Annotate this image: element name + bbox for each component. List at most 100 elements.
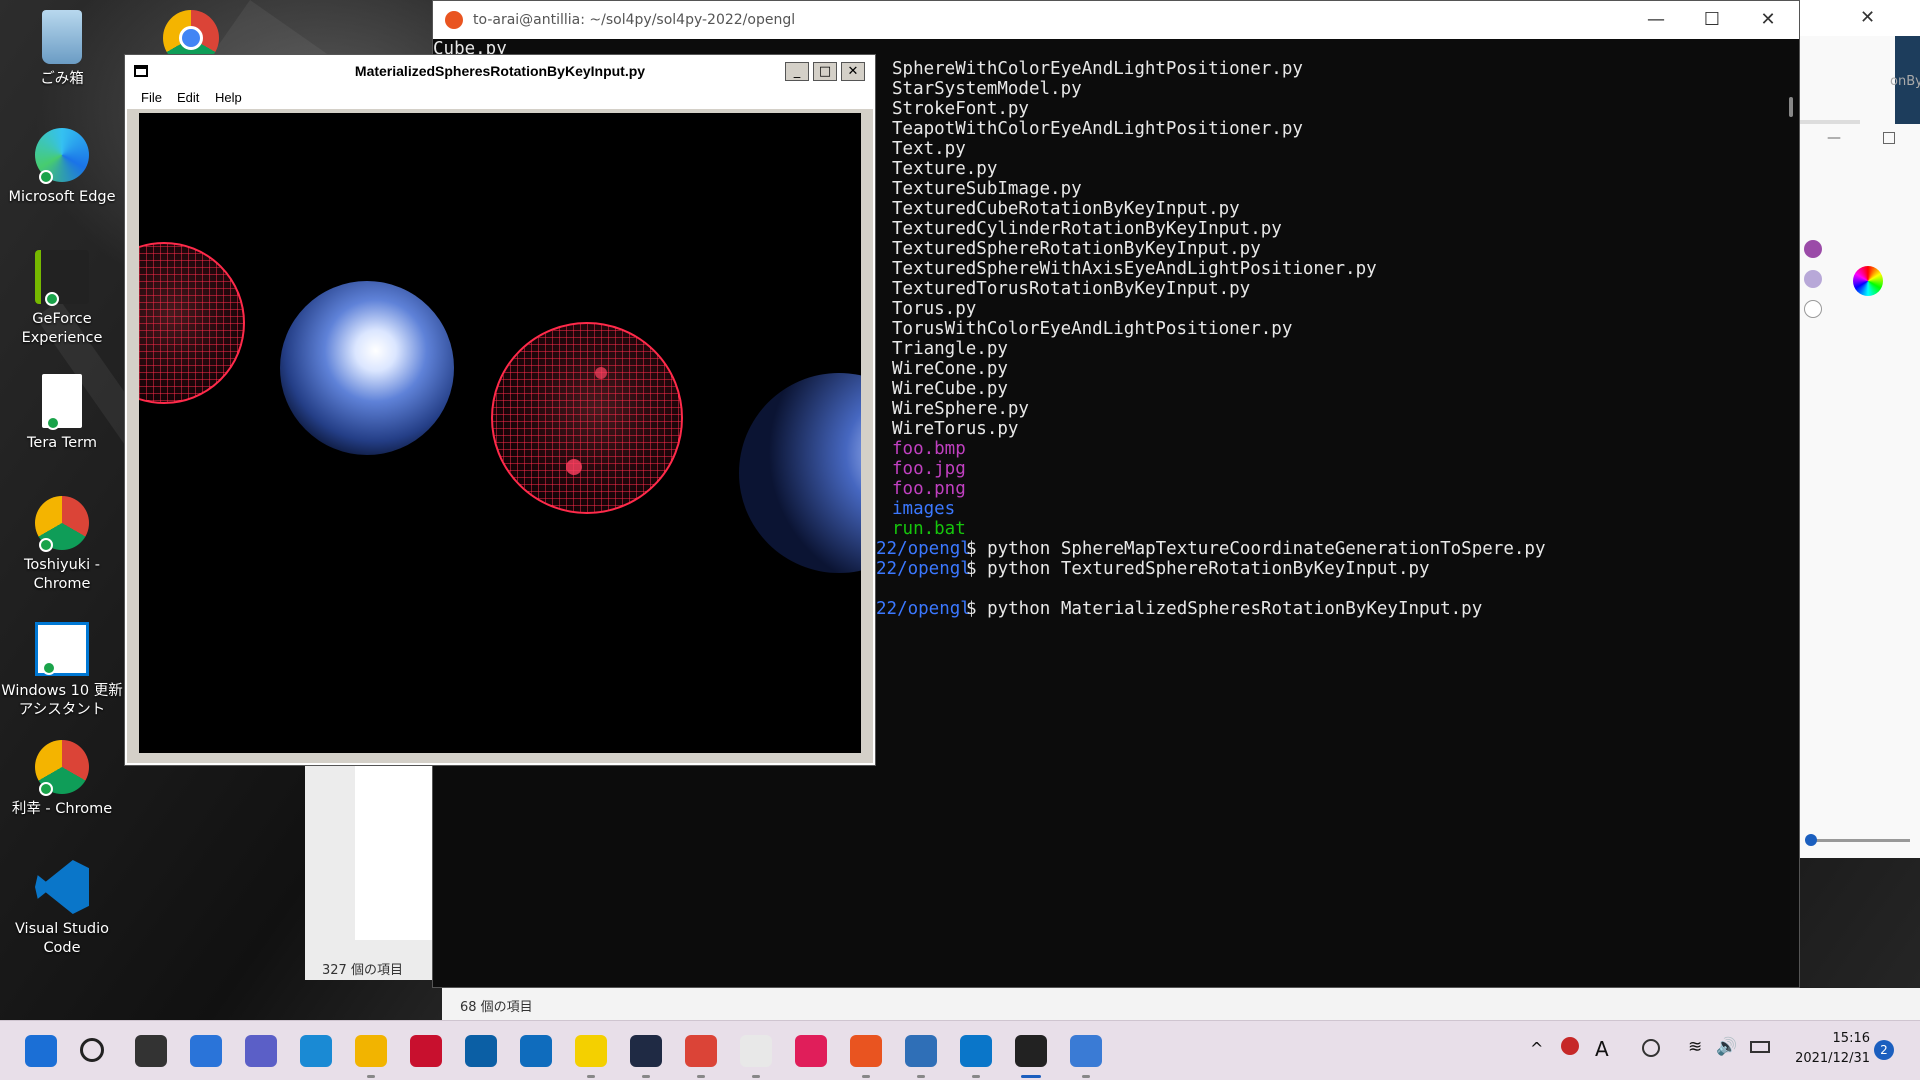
task-view-icon[interactable]: [135, 1035, 167, 1067]
desktop-icon-label: Microsoft Edge: [8, 189, 116, 205]
running-indicator: [862, 1075, 870, 1078]
ubuntu-icon[interactable]: [850, 1035, 882, 1067]
terminal-command: $ python MaterializedSpheresRotationByKe…: [966, 599, 1483, 619]
terminal-icon[interactable]: [630, 1035, 662, 1067]
chrome-icon: [35, 496, 89, 552]
notepad2-icon[interactable]: [905, 1035, 937, 1067]
geforce-icon: [35, 250, 89, 306]
sticky-notes-icon[interactable]: [575, 1035, 607, 1067]
tray-network-block-icon[interactable]: [1561, 1037, 1579, 1055]
ubuntu-icon: [445, 11, 463, 29]
opengl-window[interactable]: MaterializedSpheresRotationByKeyInput.py…: [124, 54, 876, 766]
opengl-titlebar[interactable]: MaterializedSpheresRotationByKeyInput.py…: [127, 57, 873, 85]
maximize-icon[interactable]: [1883, 132, 1895, 144]
chat-icon[interactable]: [245, 1035, 277, 1067]
terminal-title: to-arai@antillia: ~/sol4py/sol4py-2022/o…: [473, 12, 796, 28]
opengl-canvas[interactable]: [139, 113, 861, 753]
edge-icon: [35, 128, 89, 184]
volume-icon[interactable]: 🔊: [1716, 1037, 1737, 1057]
running-indicator: [752, 1075, 760, 1078]
terminal-line: foo.png: [892, 479, 966, 499]
menu-edit[interactable]: Edit: [177, 90, 199, 105]
close-button[interactable]: ✕: [1745, 7, 1791, 33]
desktop-icon-1[interactable]: Microsoft Edge: [0, 128, 124, 207]
running-indicator: [1021, 1075, 1041, 1078]
desktop-icon-label: Toshiyuki - Chrome: [23, 557, 101, 592]
battery-icon[interactable]: [1750, 1041, 1770, 1053]
explorer-sidebar: [355, 760, 435, 940]
maximize-button[interactable]: □: [813, 62, 837, 81]
search-icon[interactable]: [80, 1038, 104, 1062]
document-icon: [42, 374, 82, 430]
slack-icon[interactable]: [795, 1035, 827, 1067]
prompt-path: 22/opengl: [876, 599, 971, 619]
file-explorer-icon[interactable]: [355, 1035, 387, 1067]
color-swatch-white[interactable]: [1804, 300, 1822, 318]
running-indicator: [642, 1075, 650, 1078]
desktop-icon-2[interactable]: GeForce Experience: [0, 250, 124, 348]
desktop-icon-6[interactable]: 利幸 - Chrome: [0, 740, 124, 819]
close-button[interactable]: ✕: [841, 62, 865, 81]
clock-date[interactable]: 2021/12/31: [1780, 1051, 1870, 1066]
sync-check-icon: [45, 292, 59, 306]
color-swatch-lavender[interactable]: [1804, 270, 1822, 288]
desktop-icon-5[interactable]: Windows 10 更新 アシスタント: [0, 622, 124, 720]
prompt-path: 22/opengl: [876, 559, 971, 579]
tray-chevron-icon[interactable]: ^: [1530, 1039, 1543, 1058]
desktop-icon-7[interactable]: Visual Studio Code: [0, 860, 124, 958]
terminal-line: TeapotWithColorEyeAndLightPositioner.py: [892, 119, 1303, 139]
minimize-icon[interactable]: —: [1827, 130, 1841, 146]
terminal-line: foo.jpg: [892, 459, 966, 479]
terminal-titlebar[interactable]: to-arai@antillia: ~/sol4py/sol4py-2022/o…: [433, 1, 1799, 39]
sync-check-icon: [39, 902, 53, 914]
ime-indicator[interactable]: A: [1595, 1037, 1609, 1061]
mcafee-icon[interactable]: [410, 1035, 442, 1067]
chrome-icon: [35, 740, 89, 796]
linux-icon[interactable]: [1015, 1035, 1047, 1067]
wire-sphere-left: [139, 242, 245, 404]
desktop-icon-label: ごみ箱: [40, 71, 84, 87]
terminal-line: images: [892, 499, 956, 519]
opengl-title: MaterializedSpheresRotationByKeyInput.py: [354, 63, 646, 79]
maximize-button[interactable]: ☐: [1689, 7, 1735, 33]
explorer-status-back: 327 個の項目: [322, 963, 403, 978]
desktop-icon-4[interactable]: Toshiyuki - Chrome: [0, 496, 124, 594]
wifi-icon[interactable]: ≋: [1688, 1037, 1702, 1057]
menu-help[interactable]: Help: [215, 90, 242, 105]
desktop-icon-3[interactable]: Tera Term: [0, 374, 124, 453]
terminal-scrollbar[interactable]: [1789, 97, 1793, 117]
desktop-icon-label: Windows 10 更新 アシスタント: [1, 683, 123, 718]
notepad-icon[interactable]: [740, 1035, 772, 1067]
edge-icon[interactable]: [300, 1035, 332, 1067]
terminal-line: TorusWithColorEyeAndLightPositioner.py: [892, 319, 1293, 339]
slider-thumb[interactable]: [1805, 834, 1817, 846]
menu-file[interactable]: File: [141, 90, 162, 105]
python-icon[interactable]: [1070, 1035, 1102, 1067]
terminal-command: $ python TexturedSphereRotationByKeyInpu…: [966, 559, 1430, 579]
running-indicator: [367, 1075, 375, 1078]
notification-badge[interactable]: 2: [1874, 1040, 1894, 1060]
clock-time[interactable]: 15:16: [1820, 1031, 1870, 1046]
close-icon[interactable]: ✕: [1860, 7, 1875, 28]
taskbar: ^ A ≋ 🔊 15:16 2021/12/31: [0, 1020, 1920, 1080]
dell-icon[interactable]: [465, 1035, 497, 1067]
desktop-icon-0[interactable]: ごみ箱: [0, 10, 124, 89]
vscode-icon[interactable]: [960, 1035, 992, 1067]
running-indicator: [697, 1075, 705, 1078]
terminal-line: TexturedTorusRotationByKeyInput.py: [892, 279, 1251, 299]
start-icon[interactable]: [25, 1035, 57, 1067]
terminal-line: foo.bmp: [892, 439, 966, 459]
store-icon[interactable]: [520, 1035, 552, 1067]
background-app-panel: ✕ onBy —: [1800, 0, 1920, 1013]
widgets-icon[interactable]: [190, 1035, 222, 1067]
minimize-button[interactable]: —: [1633, 7, 1679, 33]
terminal-line: TextureSubImage.py: [892, 179, 1082, 199]
terminal-line: SphereWithColorEyeAndLightPositioner.py: [892, 59, 1303, 79]
color-swatch-purple[interactable]: [1804, 240, 1822, 258]
terminal-line: WireSphere.py: [892, 399, 1029, 419]
minimize-button[interactable]: _: [785, 62, 809, 81]
tray-clock-icon[interactable]: [1642, 1039, 1660, 1057]
color-picker-icon[interactable]: [1853, 266, 1883, 296]
slider-track[interactable]: [1810, 839, 1910, 842]
chrome-icon[interactable]: [685, 1035, 717, 1067]
